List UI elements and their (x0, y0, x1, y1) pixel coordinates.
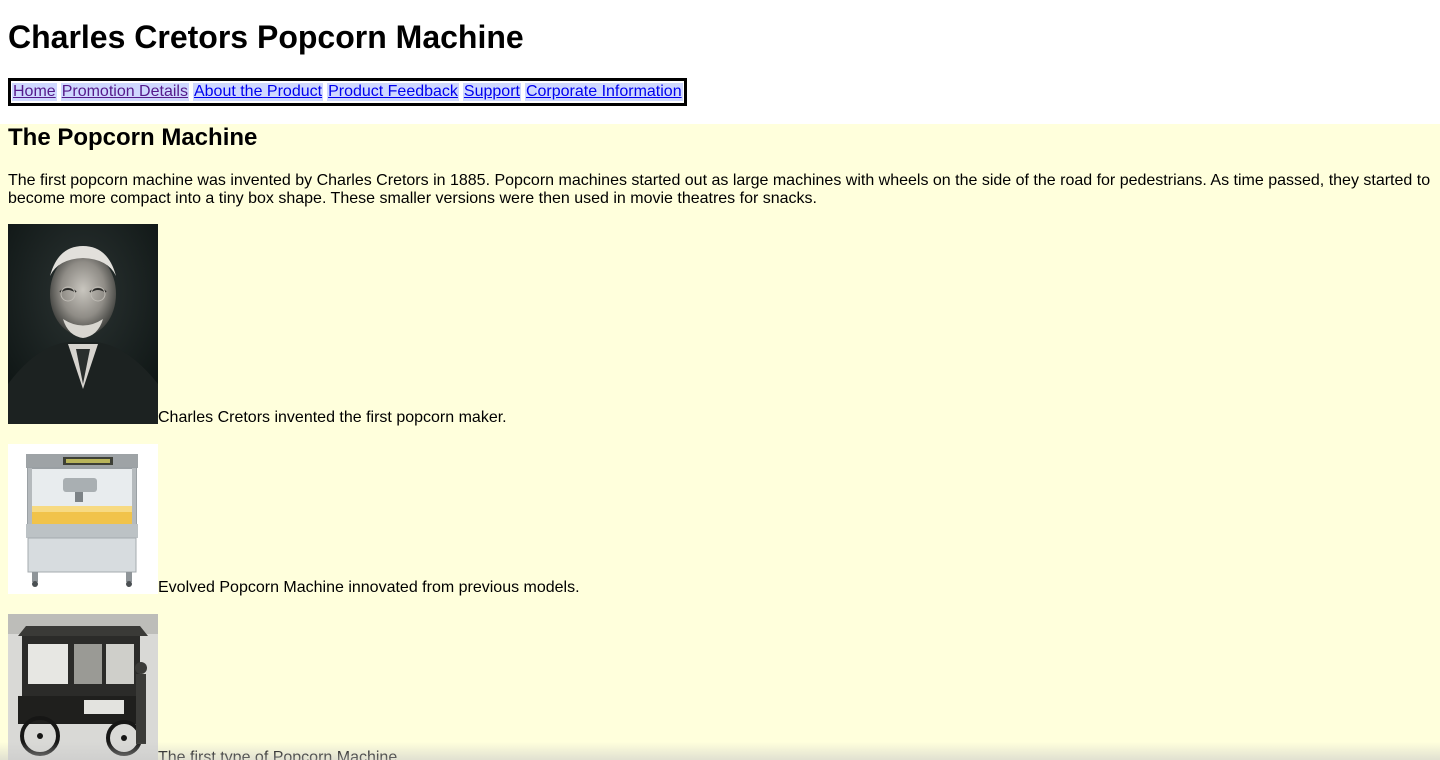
nav-link-promotion-details[interactable]: Promotion Details (60, 83, 189, 101)
nav-link-about-the-product[interactable]: About the Product (192, 83, 324, 101)
nav-link-home[interactable]: Home (12, 83, 57, 101)
figure-caption: The first type of Popcorn Machine (158, 749, 398, 760)
main-nav: Home Promotion Details About the Product… (8, 78, 687, 106)
section-title: The Popcorn Machine (8, 124, 258, 151)
nav-link-corporate-information[interactable]: Corporate Information (524, 83, 683, 101)
figure-first-popcorn-machine: The first type of Popcorn Machine (8, 614, 397, 760)
charles-cretors-portrait-image (8, 224, 158, 424)
figure-caption: Charles Cretors invented the first popco… (158, 409, 507, 426)
nav-link-product-feedback[interactable]: Product Feedback (327, 83, 459, 101)
figure-caption: Evolved Popcorn Machine innovated from p… (158, 579, 580, 596)
intro-paragraph: The first popcorn machine was invented b… (8, 172, 1431, 207)
page-title: Charles Cretors Popcorn Machine (8, 19, 524, 55)
figure-evolved-popcorn-machine: Evolved Popcorn Machine innovated from p… (8, 444, 580, 596)
content-area: The Popcorn Machine The first popcorn ma… (0, 124, 1440, 760)
figure-charles-cretors: Charles Cretors invented the first popco… (8, 224, 507, 426)
nav-link-support[interactable]: Support (462, 83, 521, 101)
vintage-popcorn-wagon-image (8, 614, 158, 760)
modern-popcorn-machine-image (8, 444, 158, 594)
